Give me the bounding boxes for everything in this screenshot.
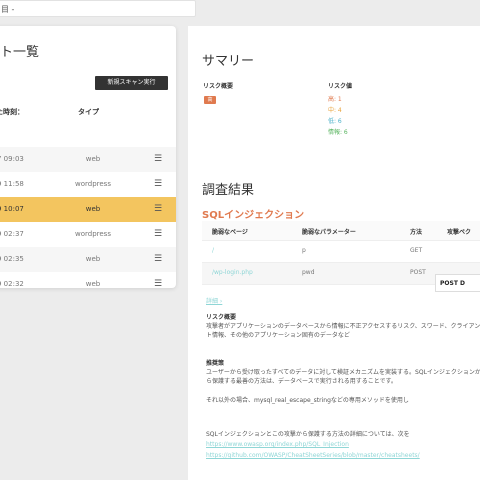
detail-toggle-link[interactable]: 詳細 › [206,296,222,305]
row-date: 9 02:35 [0,255,24,263]
row-date: 9 11:58 [0,180,24,188]
count-medium: 中: 4 [328,107,342,114]
report-panel: サマリー リスク概要 高 リスク値 高: 1 中: 4 低: 6 情報: 6 調… [188,26,480,480]
vuln-param: pwd [302,269,315,276]
row-type: web [85,155,101,163]
row-date: 9 10:07 [0,205,24,213]
cheatsheet-link[interactable]: https://github.com/OWASP/CheatSheetSerie… [206,452,420,459]
report-icon[interactable]: ☰ [154,254,162,264]
scan-list-panel: ト一覧 新規スキャン実行 た時刻： タイプ 7 09:03 web ☰ 9 11… [0,26,176,289]
table-row[interactable]: 9 02:35 web ☰ [0,247,176,272]
row-date: 7 09:03 [0,155,24,163]
vuln-page-link[interactable]: /wp-login.php [212,269,253,276]
risk-level-badge: 高 [204,96,216,104]
new-scan-button[interactable]: 新規スキャン実行 [95,76,168,90]
table-row[interactable]: 9 11:58 wordpress ☰ [0,172,176,197]
count-high: 高: 1 [328,96,342,103]
row-date: 9 02:32 [0,280,24,288]
report-icon[interactable]: ☰ [154,179,162,189]
top-bar: 目 - [0,0,480,24]
scan-list-title: ト一覧 [0,45,40,60]
risk-overview-label: リスク概要 [203,83,234,90]
vuln-param: p [302,247,306,254]
attack-vector-box: POST D [435,274,480,292]
owasp-link[interactable]: https://www.owasp.org/index.php/SQL_Inje… [206,441,349,448]
report-icon[interactable]: ☰ [154,279,162,289]
table-row[interactable]: 9 02:37 wordpress ☰ [0,222,176,247]
row-type: web [85,255,101,263]
target-selector[interactable]: 目 - [0,0,196,17]
header-method: 方法 [410,229,423,236]
row-type: wordpress [75,230,111,238]
row-type: web [85,205,101,213]
report-icon[interactable]: ☰ [154,229,162,239]
header-type: タイプ [78,108,99,116]
fix-description-2: それ以外の場合、mysql_real_escape_stringなどの専用メソッ… [206,397,409,404]
report-icon[interactable]: ☰ [154,204,162,214]
summary-title: サマリー [202,54,255,69]
vuln-page-link[interactable]: / [212,247,214,254]
results-title: 調査結果 [202,183,255,198]
table-row[interactable]: 9 02:32 web ☰ [0,272,176,297]
row-type: web [85,280,101,288]
fix-description: ユーザーから受け取ったすべてのデータに対して検証メカニズムを実装する。SQLイン… [206,369,480,385]
count-info: 情報: 6 [328,129,348,136]
header-date: た時刻： [0,108,24,116]
vuln-method: GET [410,247,423,254]
row-type: wordpress [75,180,111,188]
risk-heading: リスク概要 [206,314,237,321]
row-date: 9 02:37 [0,230,24,238]
table-row-selected[interactable]: 9 10:07 web ☰ [0,197,176,222]
scan-table-header: た時刻： タイプ [0,101,176,123]
risk-description: 攻撃者がアプリケーションのデータベースから情報に不正アクセスするリスク、スワード… [206,323,480,339]
fix-heading: 推奨策 [206,360,225,367]
header-page: 脆弱なページ [212,229,248,236]
vuln-method: POST [410,269,426,276]
report-icon[interactable]: ☰ [154,154,162,164]
table-row: / p GET [202,241,480,263]
risk-count-label: リスク値 [328,83,353,90]
vulnerability-title: SQLインジェクション [202,210,305,221]
risk-counts: 高: 1 中: 4 低: 6 情報: 6 [328,94,348,138]
table-row[interactable]: 7 09:03 web ☰ [0,147,176,172]
more-info-text: SQLインジェクションとこの攻撃から保護する方法の詳細については、次を [206,431,410,438]
vuln-table-header: 脆弱なページ 脆弱なパラメーター 方法 攻撃ベク [202,221,480,241]
count-low: 低: 6 [328,118,342,125]
scan-table-body: 7 09:03 web ☰ 9 11:58 wordpress ☰ 9 10:0… [0,147,176,297]
header-param: 脆弱なパラメーター [302,229,356,236]
header-vector: 攻撃ベク [447,229,472,236]
